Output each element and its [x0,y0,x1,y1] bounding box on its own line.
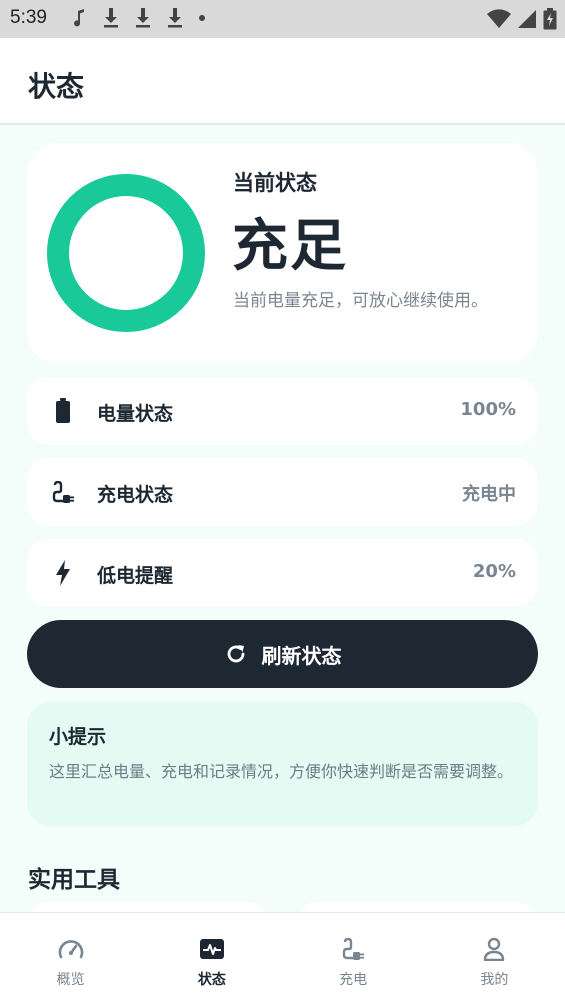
current-status-description: 当前电量充足，可放心继续使用。 [233,291,488,311]
refresh-button-label: 刷新状态 [261,643,342,668]
download-icon [136,8,150,28]
refresh-status-button[interactable]: 刷新状态 [27,620,538,688]
tip-title: 小提示 [49,726,107,748]
tools-section-title: 实用工具 [28,867,120,893]
status-bar: 5:39 [0,0,565,38]
nav-item-mine[interactable]: 我的 [424,913,565,1004]
tip-body: 这里汇总电量、充电和记录情况，方便你快速判断是否需要调整。 [49,762,514,781]
row-value: 充电中 [462,484,516,505]
dot-icon [199,15,205,21]
signal-icon [518,10,536,28]
download-icon [168,8,182,28]
nav-label: 充电 [339,972,368,988]
nav-label: 概览 [56,972,85,988]
row-label: 充电状态 [97,484,174,506]
row-charging-status: 充电状态 充电中 [27,458,538,526]
download-icon [104,8,118,28]
nav-item-status[interactable]: 状态 [141,913,282,1004]
gauge-icon [57,935,85,963]
person-icon [480,935,508,963]
battery-charging-icon [543,8,557,30]
battery-ring-gauge [47,174,205,332]
system-icons [487,8,557,30]
bolt-icon [51,559,75,587]
refresh-icon [227,645,244,663]
row-label: 低电提醒 [97,565,174,587]
row-value: 20% [472,561,516,582]
wifi-icon [487,9,511,28]
battery-ring-arc [47,174,205,332]
page-title: 状态 [28,70,85,103]
row-label: 电量状态 [97,403,174,425]
nav-item-overview[interactable]: 概览 [0,913,141,1004]
status-hero-card: 当前状态 充足 当前电量充足，可放心继续使用。 [27,143,538,363]
nav-label: 我的 [480,972,509,988]
bottom-navigation: 概览 状态 充电 我的 [0,912,565,1004]
nav-label: 状态 [197,972,226,988]
status-time: 5:39 [10,7,47,28]
battery-icon [51,397,75,425]
row-low-battery-alert: 低电提醒 20% [27,539,538,607]
row-battery-status: 电量状态 100% [27,377,538,445]
row-value: 100% [460,399,516,420]
plug-icon [339,935,367,963]
current-status-label: 当前状态 [233,171,317,195]
nav-item-charging[interactable]: 充电 [283,913,424,1004]
app-bar: 状态 [0,38,565,125]
plug-icon [51,478,75,506]
current-status-value: 充足 [232,214,348,279]
music-note-icon [74,9,84,27]
pulse-icon [198,935,226,963]
tip-card: 小提示 这里汇总电量、充电和记录情况，方便你快速判断是否需要调整。 [27,702,538,826]
notification-icons [72,8,206,28]
